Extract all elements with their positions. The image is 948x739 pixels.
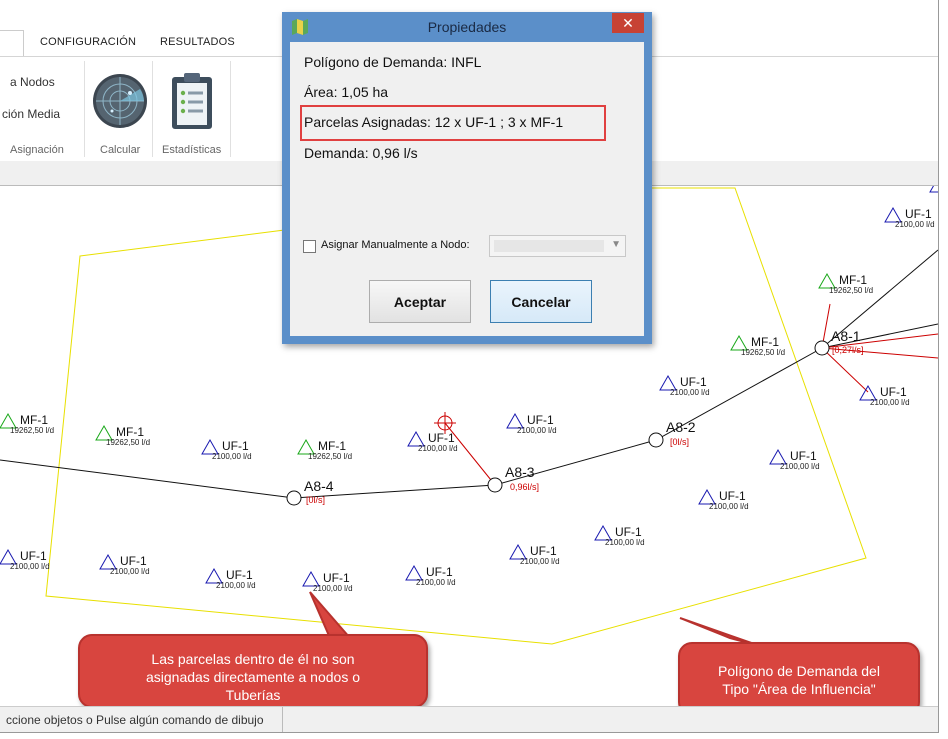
radar-icon bbox=[93, 74, 147, 128]
callout-line: Polígono de Demanda del bbox=[718, 663, 880, 679]
callout-line: Tipo "Área de Influencia" bbox=[722, 681, 876, 697]
group-separator bbox=[152, 61, 153, 157]
manual-assign-checkbox[interactable] bbox=[303, 240, 316, 253]
group-label-calcular: Calcular bbox=[100, 144, 141, 156]
estadisticas-button[interactable] bbox=[168, 71, 216, 135]
dialog-body: Polígono de Demanda: INFL Área: 1,05 ha … bbox=[290, 42, 644, 336]
assign-to-nodes-button[interactable]: a Nodos bbox=[10, 75, 55, 89]
group-label-estadisticas: Estadísticas bbox=[162, 144, 222, 156]
tab-home[interactable] bbox=[0, 30, 24, 57]
dialog-title: Propiedades bbox=[427, 19, 507, 35]
ok-button[interactable]: Aceptar bbox=[369, 280, 471, 323]
status-text: ccione objetos o Pulse algún comando de … bbox=[6, 713, 264, 727]
properties-dialog: Propiedades ✕ Polígono de Demanda: INFL … bbox=[282, 12, 652, 344]
callout-parcels: Las parcelas dentro de él no son asignad… bbox=[78, 634, 428, 708]
manual-assign-label: Asignar Manualmente a Nodo: bbox=[321, 239, 470, 251]
polygon-name-text: Polígono de Demanda: INFL bbox=[304, 54, 482, 70]
assign-average-button[interactable]: ción Media bbox=[2, 107, 60, 121]
callout-line: asignadas directamente a nodos o bbox=[145, 669, 361, 685]
cancel-button[interactable]: Cancelar bbox=[490, 280, 592, 323]
chevron-down-icon: ▼ bbox=[611, 239, 621, 250]
app-window: CONFIGURACIÓN RESULTADOS a Nodos ción Me… bbox=[0, 0, 939, 733]
clipboard-icon bbox=[172, 73, 212, 129]
tab-configuracion[interactable]: CONFIGURACIÓN bbox=[40, 36, 136, 48]
callout-line: Las parcelas dentro de él no son bbox=[151, 651, 355, 667]
calcular-button[interactable] bbox=[90, 71, 150, 135]
dialog-titlebar[interactable]: Propiedades ✕ bbox=[282, 12, 652, 42]
area-text: Área: 1,05 ha bbox=[304, 84, 389, 100]
group-label-asignacion: Asignación bbox=[10, 144, 64, 156]
node-select-value bbox=[494, 240, 604, 252]
callout-line: Tuberías bbox=[225, 687, 281, 703]
status-bar: ccione objetos o Pulse algún comando de … bbox=[0, 706, 938, 732]
group-separator bbox=[84, 61, 85, 157]
close-icon[interactable]: ✕ bbox=[612, 13, 644, 33]
demand-text: Demanda: 0,96 l/s bbox=[304, 145, 418, 161]
assigned-parcels-text: Parcelas Asignadas: 12 x UF-1 ; 3 x MF-1 bbox=[304, 114, 564, 130]
group-separator bbox=[230, 61, 231, 157]
callout-polygon: Polígono de Demanda del Tipo "Área de In… bbox=[678, 642, 920, 716]
tab-resultados[interactable]: RESULTADOS bbox=[160, 36, 235, 48]
node-select[interactable]: ▼ bbox=[489, 235, 626, 257]
status-divider bbox=[282, 707, 283, 732]
